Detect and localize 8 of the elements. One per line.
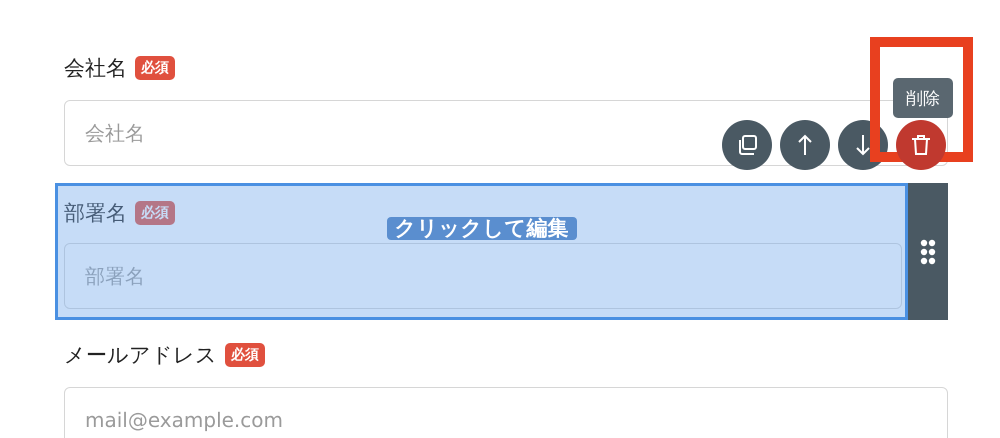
required-badge: 必須: [135, 201, 175, 225]
field-label: 部署名: [64, 200, 127, 227]
required-badge: 必須: [135, 56, 175, 80]
tooltip: 削除: [893, 78, 953, 118]
edit-hint: クリックして編集: [386, 217, 576, 240]
required-badge: 必須: [225, 343, 265, 367]
field-label: 会社名: [64, 55, 127, 82]
field-label: メールアドレス: [64, 342, 217, 369]
